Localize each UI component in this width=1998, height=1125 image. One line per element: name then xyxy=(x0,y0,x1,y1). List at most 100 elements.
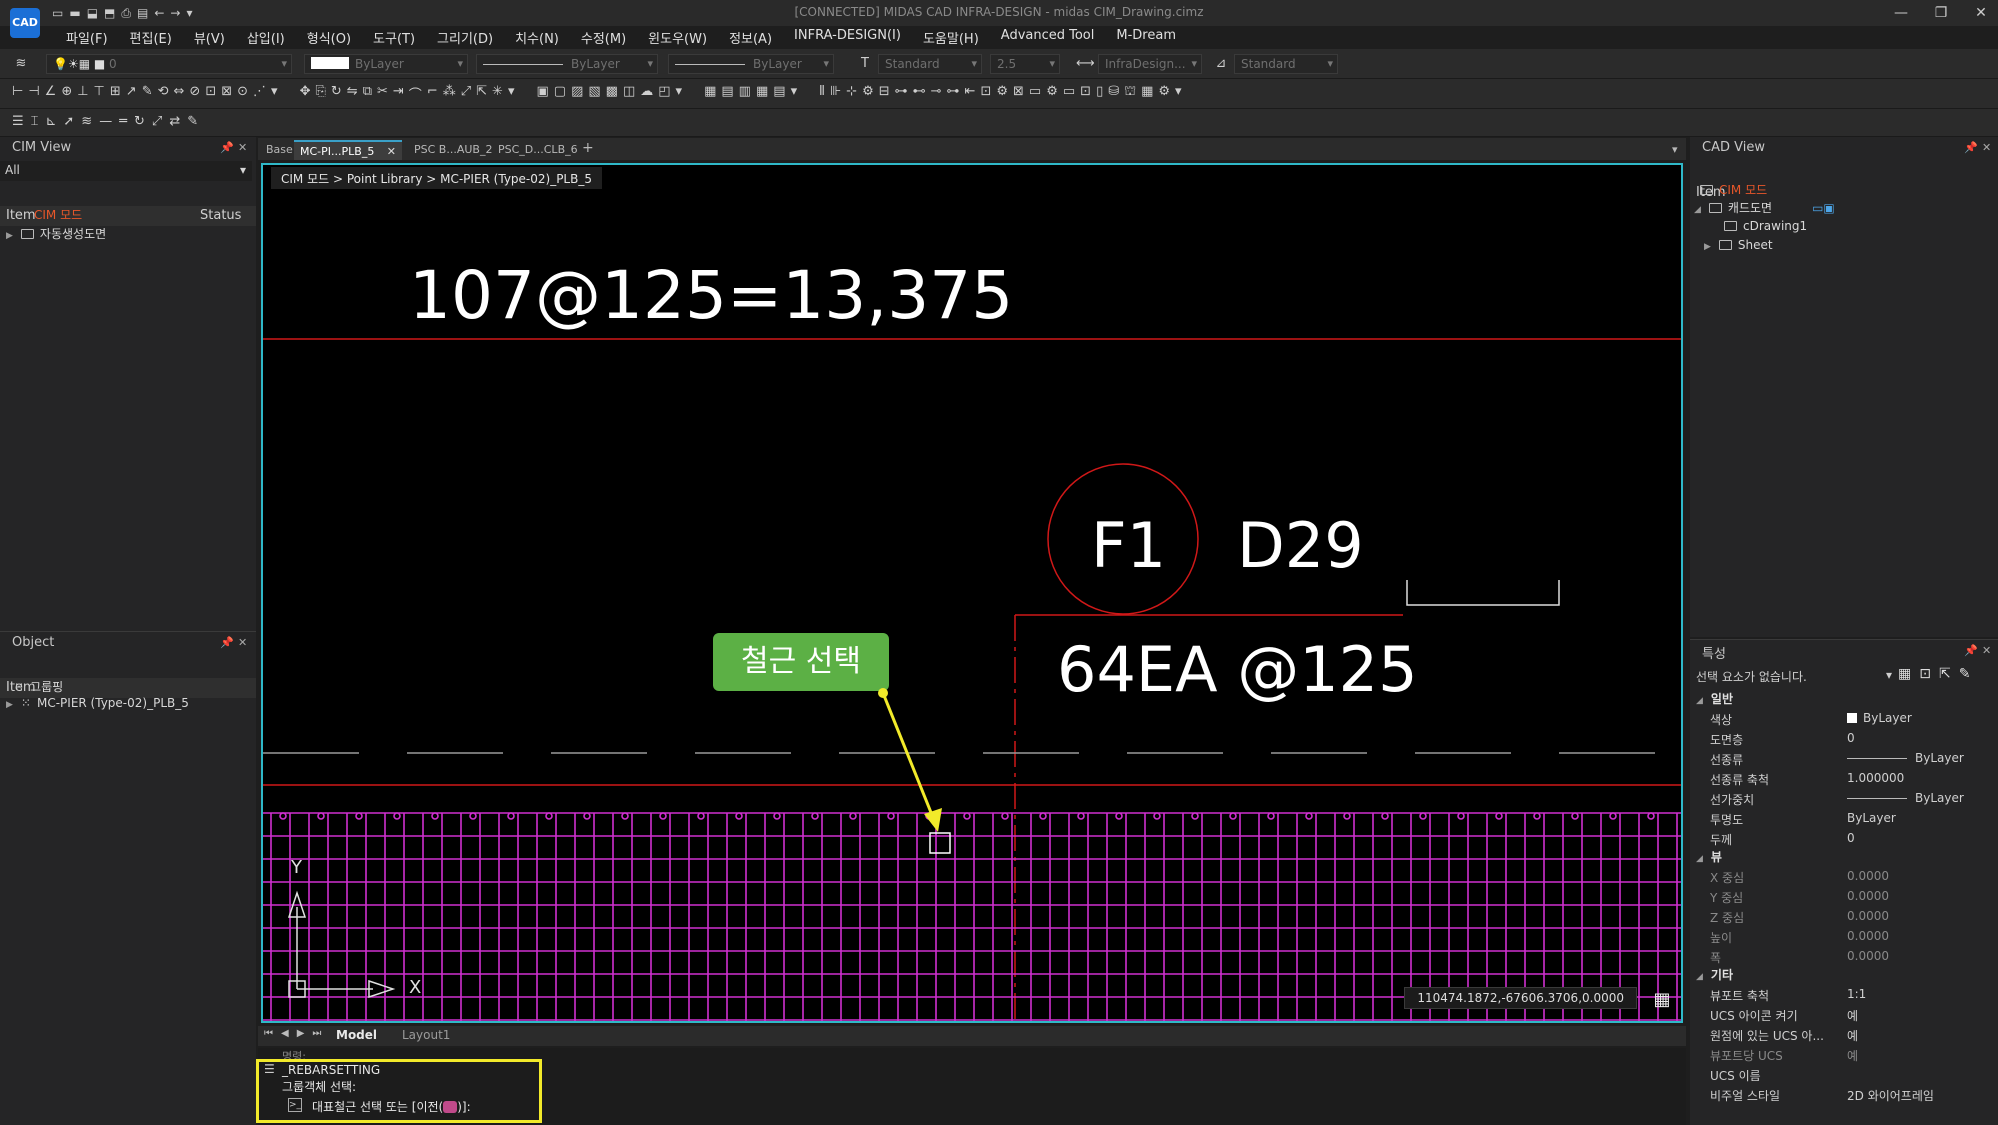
revcloud-icon[interactable]: ☁ xyxy=(640,84,653,103)
rebar-tool-20-icon[interactable]: ⛫ xyxy=(1124,84,1136,103)
section-view[interactable]: ◢ 뷰 xyxy=(1696,848,1722,865)
layer-combo[interactable]: 💡☀▦ ■ 0 xyxy=(46,54,292,74)
menu-insert[interactable]: 삽입(I) xyxy=(236,26,296,48)
dim-linear-icon[interactable]: ⊢ xyxy=(12,84,23,103)
dim-jog-icon[interactable]: ⋰ xyxy=(253,84,266,103)
rebar-tool-1-icon[interactable]: ⦀ xyxy=(819,84,825,103)
print-icon[interactable]: ⎙ xyxy=(121,6,131,21)
select-icon[interactable]: ➚ xyxy=(63,114,74,129)
boundary-icon[interactable]: ◰ xyxy=(658,84,670,103)
close-panel-icon[interactable]: ✕ xyxy=(1982,141,1991,154)
table-export-icon[interactable]: ▦ xyxy=(756,84,768,103)
prop-color[interactable]: 색상 ByLayer xyxy=(1690,709,1998,729)
block-create-icon[interactable]: ▢ xyxy=(554,84,566,103)
pan-icon[interactable]: ⇄ xyxy=(169,114,180,129)
wipeout-icon[interactable]: ◫ xyxy=(623,84,635,103)
orbit-icon[interactable]: ↻ xyxy=(134,114,145,129)
menu-window[interactable]: 윈도우(W) xyxy=(637,26,718,48)
offset-icon[interactable]: ⧉ xyxy=(363,84,372,103)
dim-baseline-icon[interactable]: ⊥ xyxy=(77,84,88,103)
rebar-tool-17-icon[interactable]: ⊡ xyxy=(1080,84,1091,103)
rebar-tool-12-icon[interactable]: ⚙ xyxy=(996,84,1008,103)
rebar-tool-14-icon[interactable]: ▭ xyxy=(1029,84,1041,103)
close-panel-icon[interactable]: ✕ xyxy=(238,636,247,649)
menu-dimension[interactable]: 치수(N) xyxy=(504,26,570,48)
expand-arrow-icon[interactable]: ▶ xyxy=(1704,242,1711,252)
menu-file[interactable]: 파일(F) xyxy=(55,26,119,48)
text-style-icon[interactable]: T xyxy=(856,55,874,73)
rebar-tool-19-icon[interactable]: ⛁ xyxy=(1108,84,1119,103)
select-objects-icon[interactable]: ⊡ xyxy=(1919,666,1931,682)
add-tab-icon[interactable]: + xyxy=(576,140,600,160)
rebar-tool-9-icon[interactable]: ⊶ xyxy=(947,84,960,103)
text-style-combo[interactable]: Standard xyxy=(878,54,982,74)
dim-space-icon[interactable]: ⇔ xyxy=(174,84,185,103)
rebar-tool-22-icon[interactable]: ⚙ xyxy=(1158,84,1170,103)
text-size-combo[interactable]: 2.5 xyxy=(990,54,1060,74)
prev-layout-icon[interactable]: ◀ xyxy=(281,1028,289,1039)
dim-break-icon[interactable]: ⊘ xyxy=(189,84,200,103)
tab-mc-pier[interactable]: MC-PI...PLB_5 ✕ xyxy=(294,140,402,160)
prop-transparency[interactable]: 투명도 ByLayer xyxy=(1690,809,1998,829)
rotate-icon[interactable]: ↻ xyxy=(331,84,342,103)
dim-leader-icon[interactable]: ↗ xyxy=(126,84,137,103)
view-toggle-icon[interactable]: ▭▣ xyxy=(1812,201,1835,215)
table-style-combo[interactable]: Standard xyxy=(1234,54,1338,74)
fillet-icon[interactable]: ⌒ xyxy=(409,84,422,103)
zoom-extents-icon[interactable]: ⤢ xyxy=(152,114,162,129)
table-format-icon[interactable]: ▤ xyxy=(773,84,785,103)
dim-aligned-icon[interactable]: ⊣ xyxy=(28,84,39,103)
plot-icon[interactable]: ▤ xyxy=(137,6,148,21)
table-insert-icon[interactable]: ▤ xyxy=(721,84,733,103)
grid-display-icon[interactable]: ☰ xyxy=(12,114,24,129)
close-window-button[interactable]: ✕ xyxy=(1966,3,1996,23)
rebar-tool-16-icon[interactable]: ▭ xyxy=(1063,84,1075,103)
tab-psc-d[interactable]: PSC_D...CLB_6 xyxy=(492,140,584,160)
prop-ucs-icon-on[interactable]: UCS 아이콘 켜기 예 xyxy=(1690,1005,1998,1025)
scale-icon[interactable]: ⤢ xyxy=(461,84,471,103)
region-icon[interactable]: ▩ xyxy=(606,84,618,103)
menu-m-dream[interactable]: M-Dream xyxy=(1105,26,1187,48)
new-file-icon[interactable]: ▭ xyxy=(52,6,63,21)
drawing-canvas[interactable]: CIM 모드 > Point Library > MC-PIER (Type-0… xyxy=(261,163,1683,1023)
pin-icon[interactable]: 📌 xyxy=(220,636,234,649)
dim-edit-icon[interactable]: ✎ xyxy=(142,84,153,103)
expand-arrow-icon[interactable]: ▶ xyxy=(6,700,13,710)
section-general[interactable]: ◢ 일반 xyxy=(1696,690,1733,707)
collapse-arrow-icon[interactable]: ◢ xyxy=(1694,205,1701,215)
close-tab-icon[interactable]: ✕ xyxy=(387,145,396,158)
linetype-combo[interactable]: ByLayer xyxy=(476,54,658,74)
prop-lineweight[interactable]: 선가중치 ByLayer xyxy=(1690,789,1998,809)
multiline-icon[interactable]: ═ xyxy=(119,114,127,129)
dim-tolerance-icon[interactable]: ⊠ xyxy=(221,84,232,103)
menu-draw[interactable]: 그리기(D) xyxy=(426,26,504,48)
tab-base[interactable]: Base xyxy=(260,140,299,160)
rebar-tool-10-icon[interactable]: ⇤ xyxy=(965,84,976,103)
close-panel-icon[interactable]: ✕ xyxy=(1982,644,1991,657)
rebar-tool-3-icon[interactable]: ⊹ xyxy=(846,84,857,103)
menu-edit[interactable]: 편집(E) xyxy=(119,26,183,48)
expand-arrow-icon[interactable]: ▶ xyxy=(6,231,13,241)
table-icon[interactable]: ▦ xyxy=(704,84,716,103)
table-merge-icon[interactable]: ▥ xyxy=(739,84,751,103)
dim-radius-icon[interactable]: ⊕ xyxy=(61,84,72,103)
prop-visual-style[interactable]: 비주얼 스타일 2D 와이어프레임 xyxy=(1690,1085,1998,1105)
lineweight-combo[interactable]: ByLayer xyxy=(668,54,834,74)
tab-psc-b[interactable]: PSC B...AUB_2 xyxy=(408,140,498,160)
selection-dropdown[interactable]: 선택 요소가 없습니다. ▾ xyxy=(1696,666,1892,686)
trim-icon[interactable]: ✂ xyxy=(377,84,388,103)
rebar-tool-8-icon[interactable]: ⊸ xyxy=(931,84,942,103)
mirror-icon[interactable]: ⇋ xyxy=(347,84,358,103)
redo-icon[interactable]: → xyxy=(170,6,180,21)
toggle-pickadd-icon[interactable]: ▦ xyxy=(1898,666,1911,682)
menu-modify[interactable]: 수정(M) xyxy=(570,26,637,48)
minimize-button[interactable]: — xyxy=(1886,3,1916,23)
rebar-tool-7-icon[interactable]: ⊷ xyxy=(913,84,926,103)
rebar-tool-11-icon[interactable]: ⊡ xyxy=(980,84,991,103)
dim-override-icon[interactable]: ⊡ xyxy=(205,84,216,103)
rebar-tool-13-icon[interactable]: ⊠ xyxy=(1013,84,1024,103)
match-properties-icon[interactable]: ✎ xyxy=(1959,666,1971,682)
save-icon[interactable]: ⬓ xyxy=(87,6,98,21)
color-combo[interactable]: ByLayer xyxy=(304,54,468,74)
rebar-tool-18-icon[interactable]: ▯ xyxy=(1096,84,1103,103)
